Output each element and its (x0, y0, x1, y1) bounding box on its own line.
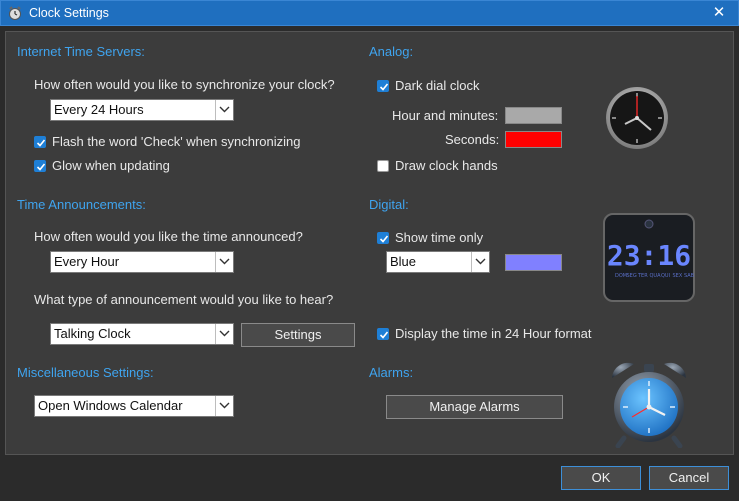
flash-check-label: Flash the word 'Check' when synchronizin… (52, 134, 301, 149)
format-24-checkbox[interactable]: Display the time in 24 Hour format (377, 326, 592, 341)
announcements-section-title: Time Announcements: (17, 197, 146, 212)
ok-button[interactable]: OK (561, 466, 641, 490)
announce-frequency-value: Every Hour (54, 254, 120, 269)
digital-preview-day: TER (637, 273, 648, 279)
announce-settings-button[interactable]: Settings (241, 323, 355, 347)
digital-preview-day: SEG (627, 273, 637, 279)
show-time-only-label: Show time only (395, 230, 484, 245)
cancel-button[interactable]: Cancel (649, 466, 729, 490)
digital-color-select[interactable]: Blue (386, 251, 490, 273)
app-clock-icon (9, 6, 21, 20)
checkbox-checked-icon[interactable] (377, 327, 389, 340)
digital-color-value: Blue (390, 254, 417, 269)
settings-panel: Internet Time Servers: How often would y… (5, 31, 734, 455)
announce-question: How often would you like the time announ… (34, 229, 303, 244)
title-bar: Clock Settings ✕ (0, 0, 739, 26)
draw-hands-label: Draw clock hands (395, 158, 498, 173)
checkbox-checked-icon[interactable] (377, 231, 389, 244)
alarms-section-title: Alarms: (369, 365, 414, 380)
digital-section-title: Digital: (369, 197, 409, 212)
misc-section-title: Miscellaneous Settings: (17, 365, 154, 380)
misc-action-value: Open Windows Calendar (38, 398, 183, 413)
announce-frequency-select[interactable]: Every Hour (50, 251, 234, 273)
checkbox-checked-icon[interactable] (34, 135, 46, 148)
chevron-down-icon[interactable] (215, 396, 233, 416)
digital-preview-day: DOM (615, 273, 627, 279)
chevron-down-icon[interactable] (471, 252, 489, 272)
draw-hands-checkbox[interactable]: Draw clock hands (377, 158, 498, 173)
digital-preview-time: 23:16 (607, 239, 691, 272)
digital-clock-preview-icon: 23:16 DOM SEG TER QUA QUI SEX SAB (603, 213, 695, 302)
dialog-footer: OK Cancel (0, 457, 739, 501)
dark-dial-checkbox[interactable]: Dark dial clock (377, 78, 480, 93)
announce-type-select[interactable]: Talking Clock (50, 323, 234, 345)
digital-preview-day: SEX (673, 273, 683, 279)
show-time-only-checkbox[interactable]: Show time only (377, 230, 483, 245)
misc-action-select[interactable]: Open Windows Calendar (34, 395, 234, 417)
flash-check-checkbox[interactable]: Flash the word 'Check' when synchronizin… (34, 134, 300, 149)
announce-type-question: What type of announcement would you like… (34, 292, 334, 307)
announce-type-value: Talking Clock (54, 326, 131, 341)
hour-minutes-label: Hour and minutes: (392, 108, 499, 123)
seconds-label: Seconds: (445, 132, 500, 147)
digital-preview-day: SAB (684, 273, 695, 279)
sync-frequency-value: Every 24 Hours (54, 102, 144, 117)
glow-updating-checkbox[interactable]: Glow when updating (34, 158, 170, 173)
digital-preview-day: QUA (650, 273, 662, 279)
analog-section-title: Analog: (369, 44, 414, 59)
glow-updating-label: Glow when updating (52, 158, 170, 173)
sync-frequency-select[interactable]: Every 24 Hours (50, 99, 234, 121)
manage-alarms-button[interactable]: Manage Alarms (386, 395, 563, 419)
hour-minutes-color-swatch[interactable] (505, 107, 562, 124)
digital-color-swatch[interactable] (505, 254, 562, 271)
chevron-down-icon[interactable] (215, 252, 233, 272)
digital-preview-day: QUI (661, 273, 670, 279)
format-24-label: Display the time in 24 Hour format (395, 326, 592, 341)
checkbox-unchecked-icon[interactable] (377, 159, 389, 172)
internet-section-title: Internet Time Servers: (17, 44, 145, 59)
seconds-color-swatch[interactable] (505, 131, 562, 148)
window-title: Clock Settings (29, 6, 109, 20)
alarm-clock-icon (612, 362, 686, 448)
analog-clock-preview-icon (606, 87, 668, 149)
close-icon[interactable]: ✕ (710, 4, 728, 22)
checkbox-checked-icon[interactable] (34, 159, 46, 172)
dark-dial-label: Dark dial clock (395, 78, 480, 93)
checkbox-checked-icon[interactable] (377, 79, 389, 92)
sync-question: How often would you like to synchronize … (34, 77, 335, 92)
chevron-down-icon[interactable] (215, 100, 233, 120)
chevron-down-icon[interactable] (215, 324, 233, 344)
